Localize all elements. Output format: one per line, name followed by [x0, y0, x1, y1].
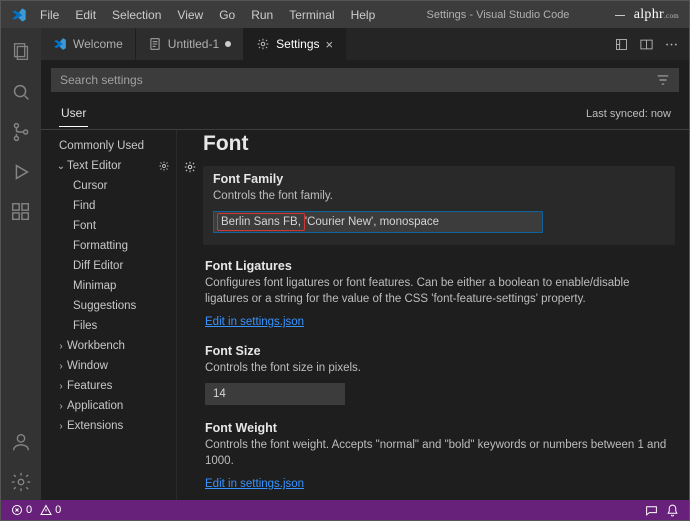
setting-description: Controls the font family. — [213, 188, 665, 205]
setting-title: Font Weight — [205, 421, 673, 435]
tab-welcome[interactable]: Welcome — [41, 28, 136, 60]
split-editor-icon[interactable] — [639, 37, 654, 52]
search-settings-input[interactable]: Search settings — [51, 68, 679, 92]
tab-untitled-1[interactable]: Untitled-1 — [136, 28, 244, 60]
toc-application[interactable]: ›Application — [41, 396, 176, 416]
filter-icon[interactable] — [656, 73, 670, 87]
open-settings-json-icon[interactable] — [614, 37, 629, 52]
modified-indicator-icon — [225, 41, 231, 47]
menu-go[interactable]: Go — [212, 4, 242, 26]
accounts-icon[interactable] — [1, 424, 41, 460]
watermark: alphr.com — [634, 7, 679, 23]
source-control-icon[interactable] — [1, 114, 41, 150]
toc-font[interactable]: Font — [41, 216, 176, 236]
scope-user-tab[interactable]: User — [59, 100, 88, 127]
setting-font-ligatures: Font Ligatures Configures font ligatures… — [203, 259, 675, 328]
menu-view[interactable]: View — [170, 4, 210, 26]
toc-commonly-used[interactable]: Commonly Used — [41, 136, 176, 156]
setting-font-family: Font Family Controls the font family. Be… — [203, 166, 675, 245]
font-size-input[interactable]: 14 — [205, 383, 345, 405]
menu-help[interactable]: Help — [344, 4, 383, 26]
edit-in-settings-json-link[interactable]: Edit in settings.json — [205, 478, 304, 490]
status-errors[interactable]: 0 — [11, 504, 32, 516]
toc-suggestions[interactable]: Suggestions — [41, 296, 176, 316]
toc-diff-editor[interactable]: Diff Editor — [41, 256, 176, 276]
titlebar: File Edit Selection View Go Run Terminal… — [0, 0, 690, 28]
search-icon[interactable] — [1, 74, 41, 110]
chevron-down-icon: ⌄ — [55, 161, 67, 172]
toc-cursor[interactable]: Cursor — [41, 176, 176, 196]
setting-title: Font Size — [205, 344, 673, 358]
menu-run[interactable]: Run — [244, 4, 280, 26]
menu-edit[interactable]: Edit — [68, 4, 103, 26]
status-bar: 0 0 — [0, 500, 690, 521]
gear-icon[interactable] — [158, 160, 170, 172]
feedback-icon[interactable] — [645, 504, 658, 517]
edit-in-settings-json-link[interactable]: Edit in settings.json — [205, 316, 304, 328]
last-synced-label: Last synced: now — [586, 108, 671, 120]
more-actions-icon[interactable] — [664, 37, 679, 52]
settings-toc: Commonly Used ⌄Text Editor Cursor Find F… — [41, 130, 177, 500]
editor-tabs: Welcome Untitled-1 Settings × — [41, 28, 689, 60]
tab-settings[interactable]: Settings × — [244, 28, 346, 60]
setting-description: Configures font ligatures or font featur… — [205, 275, 673, 308]
toc-formatting[interactable]: Formatting — [41, 236, 176, 256]
menu-terminal[interactable]: Terminal — [282, 4, 341, 26]
window-title: Settings - Visual Studio Code — [382, 9, 613, 21]
activity-bar — [1, 28, 41, 500]
chevron-right-icon: › — [55, 421, 67, 432]
toc-text-editor[interactable]: ⌄Text Editor — [41, 156, 176, 176]
status-warnings[interactable]: 0 — [40, 504, 61, 516]
extensions-icon[interactable] — [1, 194, 41, 230]
chevron-right-icon: › — [55, 381, 67, 392]
search-placeholder: Search settings — [60, 73, 143, 87]
toc-extensions[interactable]: ›Extensions — [41, 416, 176, 436]
run-debug-icon[interactable] — [1, 154, 41, 190]
minimize-icon[interactable] — [614, 9, 626, 21]
tab-label: Untitled-1 — [168, 37, 219, 51]
toc-minimap[interactable]: Minimap — [41, 276, 176, 296]
menu-bar: File Edit Selection View Go Run Terminal… — [33, 4, 382, 26]
chevron-right-icon: › — [55, 341, 67, 352]
close-icon[interactable]: × — [326, 37, 334, 52]
setting-font-weight: Font Weight Controls the font weight. Ac… — [203, 421, 675, 490]
menu-selection[interactable]: Selection — [105, 4, 168, 26]
highlighted-selection: Berlin Sans FB, — [217, 213, 305, 231]
vscode-icon — [11, 7, 27, 23]
settings-editor[interactable]: Font Font Family Controls the font famil… — [203, 130, 689, 500]
toc-window[interactable]: ›Window — [41, 356, 176, 376]
tab-label: Welcome — [73, 37, 123, 51]
toc-files[interactable]: Files — [41, 316, 176, 336]
setting-title: Font Family — [213, 172, 665, 186]
manage-gear-icon[interactable] — [1, 464, 41, 500]
setting-font-size: Font Size Controls the font size in pixe… — [203, 344, 675, 405]
explorer-icon[interactable] — [1, 34, 41, 70]
chevron-right-icon: › — [55, 401, 67, 412]
setting-description: Controls the font weight. Accepts "norma… — [205, 437, 673, 470]
modified-indicator-gear-icon[interactable] — [183, 160, 197, 500]
notifications-icon[interactable] — [666, 504, 679, 517]
setting-description: Controls the font size in pixels. — [205, 360, 673, 377]
menu-file[interactable]: File — [33, 4, 66, 26]
section-heading-font: Font — [203, 132, 675, 156]
toc-find[interactable]: Find — [41, 196, 176, 216]
toc-workbench[interactable]: ›Workbench — [41, 336, 176, 356]
tab-label: Settings — [276, 37, 319, 51]
setting-title: Font Ligatures — [205, 259, 673, 273]
toc-features[interactable]: ›Features — [41, 376, 176, 396]
chevron-right-icon: › — [55, 361, 67, 372]
font-family-input[interactable]: Berlin Sans FB, 'Courier New', monospace — [213, 211, 543, 233]
